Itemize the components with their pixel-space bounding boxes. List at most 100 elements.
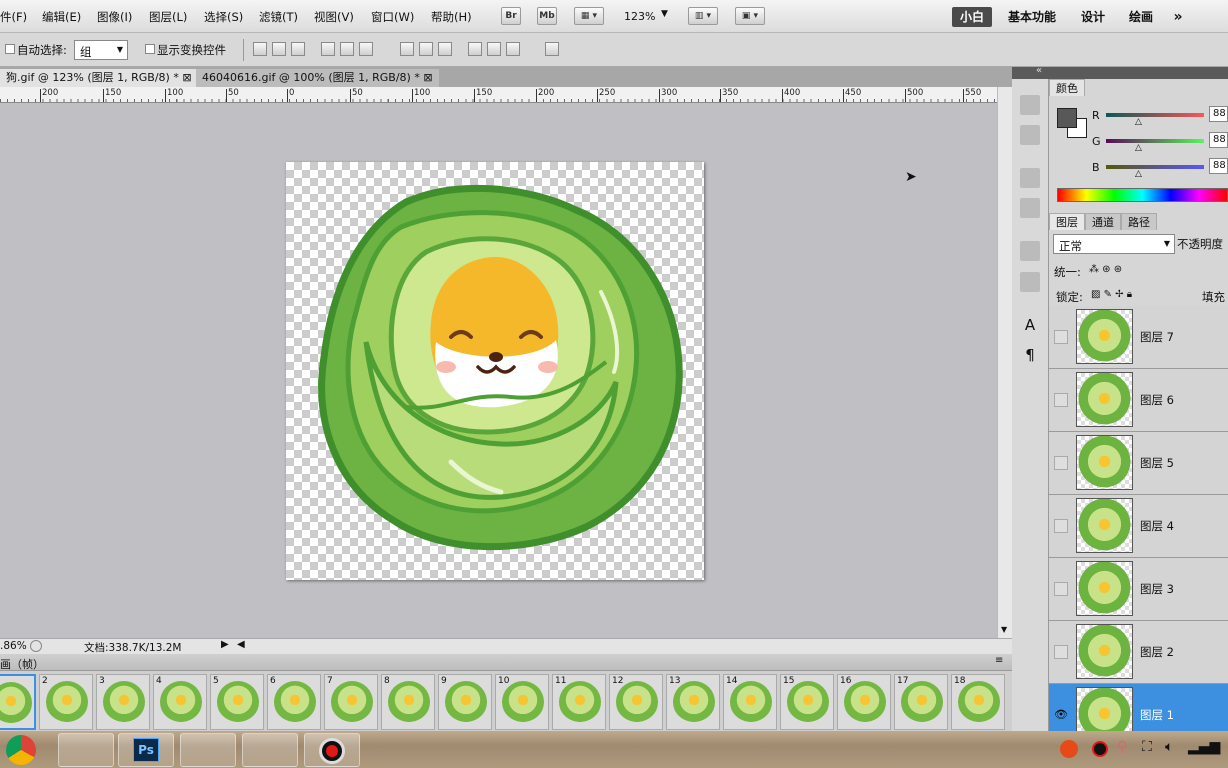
auto-align-icon[interactable]: [545, 42, 559, 56]
status-info-icon[interactable]: [30, 640, 42, 652]
workspace-painting[interactable]: 绘画: [1123, 7, 1159, 27]
notepad-taskbar-button[interactable]: [58, 733, 114, 767]
layer-row[interactable]: 图层 3: [1049, 558, 1228, 621]
clone-source-icon[interactable]: [1020, 241, 1040, 261]
chrome-icon[interactable]: [6, 735, 36, 765]
g-value-field[interactable]: 88: [1209, 132, 1228, 148]
lock-icons[interactable]: ▨ ✎ ✢ 🔒︎: [1091, 289, 1132, 300]
layer-row[interactable]: 图层 7: [1049, 306, 1228, 369]
recorder-taskbar-button[interactable]: [304, 733, 360, 767]
photoshop-taskbar-button[interactable]: Ps: [118, 733, 174, 767]
tab-color[interactable]: 颜色: [1049, 79, 1085, 96]
show-transform-checkbox[interactable]: [145, 44, 155, 54]
visibility-toggle[interactable]: [1054, 456, 1068, 470]
animation-frame[interactable]: 14: [723, 674, 777, 730]
history-icon[interactable]: [1020, 95, 1040, 115]
layer-row[interactable]: 图层 4: [1049, 495, 1228, 558]
r-value-field[interactable]: 88: [1209, 106, 1228, 122]
align-right-icon[interactable]: [359, 42, 373, 56]
tab-dog-gif[interactable]: 狗.gif @ 123% (图层 1, RGB/8) * ⊠: [0, 69, 198, 87]
visibility-toggle[interactable]: [1054, 519, 1068, 533]
scroll-down-icon[interactable]: ▼: [1001, 625, 1007, 634]
tray-search-icon[interactable]: ⚲: [1117, 739, 1127, 755]
animation-frame[interactable]: 5: [210, 674, 264, 730]
unify-icons[interactable]: ⁂ ⊛ ⊛: [1089, 264, 1122, 275]
animation-frame[interactable]: [0, 674, 36, 730]
distribute-left-icon[interactable]: [468, 42, 482, 56]
view-extras-button[interactable]: ▦ ▾: [574, 7, 604, 25]
document-canvas[interactable]: [286, 162, 704, 580]
visibility-toggle[interactable]: [1054, 393, 1068, 407]
align-hcenter-icon[interactable]: [340, 42, 354, 56]
menu-filter[interactable]: 滤镜(T): [259, 9, 298, 25]
workspace-essentials[interactable]: 基本功能: [1002, 7, 1062, 27]
animation-frame[interactable]: 11: [552, 674, 606, 730]
animation-frame[interactable]: 9: [438, 674, 492, 730]
g-slider-thumb-icon[interactable]: △: [1135, 143, 1142, 153]
tray-volume-icon[interactable]: 🔈︎: [1165, 739, 1173, 755]
animation-frame[interactable]: 8: [381, 674, 435, 730]
panel-collapse-bar[interactable]: «: [1012, 65, 1228, 79]
animation-frame[interactable]: 17: [894, 674, 948, 730]
auto-select-dropdown[interactable]: 组 ▼: [74, 40, 128, 60]
tab-layers[interactable]: 图层: [1049, 213, 1085, 230]
tray-sogou-icon[interactable]: [1060, 740, 1078, 758]
paragraph-icon[interactable]: ¶: [1020, 346, 1040, 366]
b-slider-thumb-icon[interactable]: △: [1135, 169, 1142, 179]
blend-mode-dropdown[interactable]: 正常 ▼: [1053, 234, 1175, 254]
workspace-design[interactable]: 设计: [1075, 7, 1111, 27]
animation-frame[interactable]: 3: [96, 674, 150, 730]
explorer-taskbar-button[interactable]: [180, 733, 236, 767]
tab-46040616-gif[interactable]: 46040616.gif @ 100% (图层 1, RGB/8) * ⊠: [196, 69, 439, 87]
tab-paths[interactable]: 路径: [1121, 213, 1157, 230]
animation-frame[interactable]: 2: [39, 674, 93, 730]
animation-frame[interactable]: 4: [153, 674, 207, 730]
animation-frame[interactable]: 6: [267, 674, 321, 730]
bridge-button[interactable]: Br: [501, 7, 521, 25]
tray-usb-icon[interactable]: ⛶: [1142, 739, 1152, 755]
tray-network-icon[interactable]: ▂▄▆: [1188, 739, 1220, 755]
close-icon[interactable]: ⊠: [182, 71, 191, 84]
distribute-vcenter-icon[interactable]: [419, 42, 433, 56]
status-zoom[interactable]: .86%: [0, 640, 27, 652]
distribute-top-icon[interactable]: [400, 42, 414, 56]
r-slider[interactable]: [1106, 113, 1204, 117]
tool-presets-icon[interactable]: [1020, 272, 1040, 292]
visibility-toggle[interactable]: [1054, 645, 1068, 659]
menu-view[interactable]: 视图(V): [314, 9, 354, 25]
align-bottom-icon[interactable]: [291, 42, 305, 56]
align-top-icon[interactable]: [253, 42, 267, 56]
menu-window[interactable]: 窗口(W): [371, 9, 414, 25]
distribute-hcenter-icon[interactable]: [487, 42, 501, 56]
status-menu-arrow-icon[interactable]: ▶: [221, 639, 229, 650]
animation-frame[interactable]: 13: [666, 674, 720, 730]
align-left-icon[interactable]: [321, 42, 335, 56]
zoom-dropdown-icon[interactable]: ▼: [661, 9, 668, 19]
menu-edit[interactable]: 编辑(E): [42, 9, 81, 25]
more-workspaces-icon[interactable]: »: [1166, 7, 1190, 27]
distribute-right-icon[interactable]: [506, 42, 520, 56]
menu-help[interactable]: 帮助(H): [431, 9, 472, 25]
menu-layer[interactable]: 图层(L): [149, 9, 187, 25]
scroll-left-icon[interactable]: ◀: [237, 639, 245, 650]
distribute-bottom-icon[interactable]: [438, 42, 452, 56]
layer-row[interactable]: 图层 2: [1049, 621, 1228, 684]
arrange-documents-button[interactable]: ▥ ▾: [688, 7, 718, 25]
collapse-panels-icon[interactable]: «: [1036, 65, 1042, 76]
layer-row[interactable]: 图层 5: [1049, 432, 1228, 495]
tray-record-icon[interactable]: [1092, 741, 1108, 757]
auto-select-checkbox[interactable]: [5, 44, 15, 54]
tab-channels[interactable]: 通道: [1085, 213, 1121, 230]
animation-frame[interactable]: 15: [780, 674, 834, 730]
animation-panel-title[interactable]: 画（帧）: [0, 656, 44, 672]
r-slider-thumb-icon[interactable]: △: [1135, 117, 1142, 127]
animation-frame[interactable]: 16: [837, 674, 891, 730]
workspace-xiaobai[interactable]: 小白: [952, 7, 992, 27]
animation-frame[interactable]: 18: [951, 674, 1005, 730]
zoom-level[interactable]: 123%: [624, 10, 655, 23]
g-slider[interactable]: [1106, 139, 1204, 143]
animation-frame[interactable]: 7: [324, 674, 378, 730]
mini-bridge-button[interactable]: Mb: [537, 7, 557, 25]
visibility-toggle[interactable]: [1054, 582, 1068, 596]
vertical-scrollbar[interactable]: ▼: [997, 87, 1012, 638]
